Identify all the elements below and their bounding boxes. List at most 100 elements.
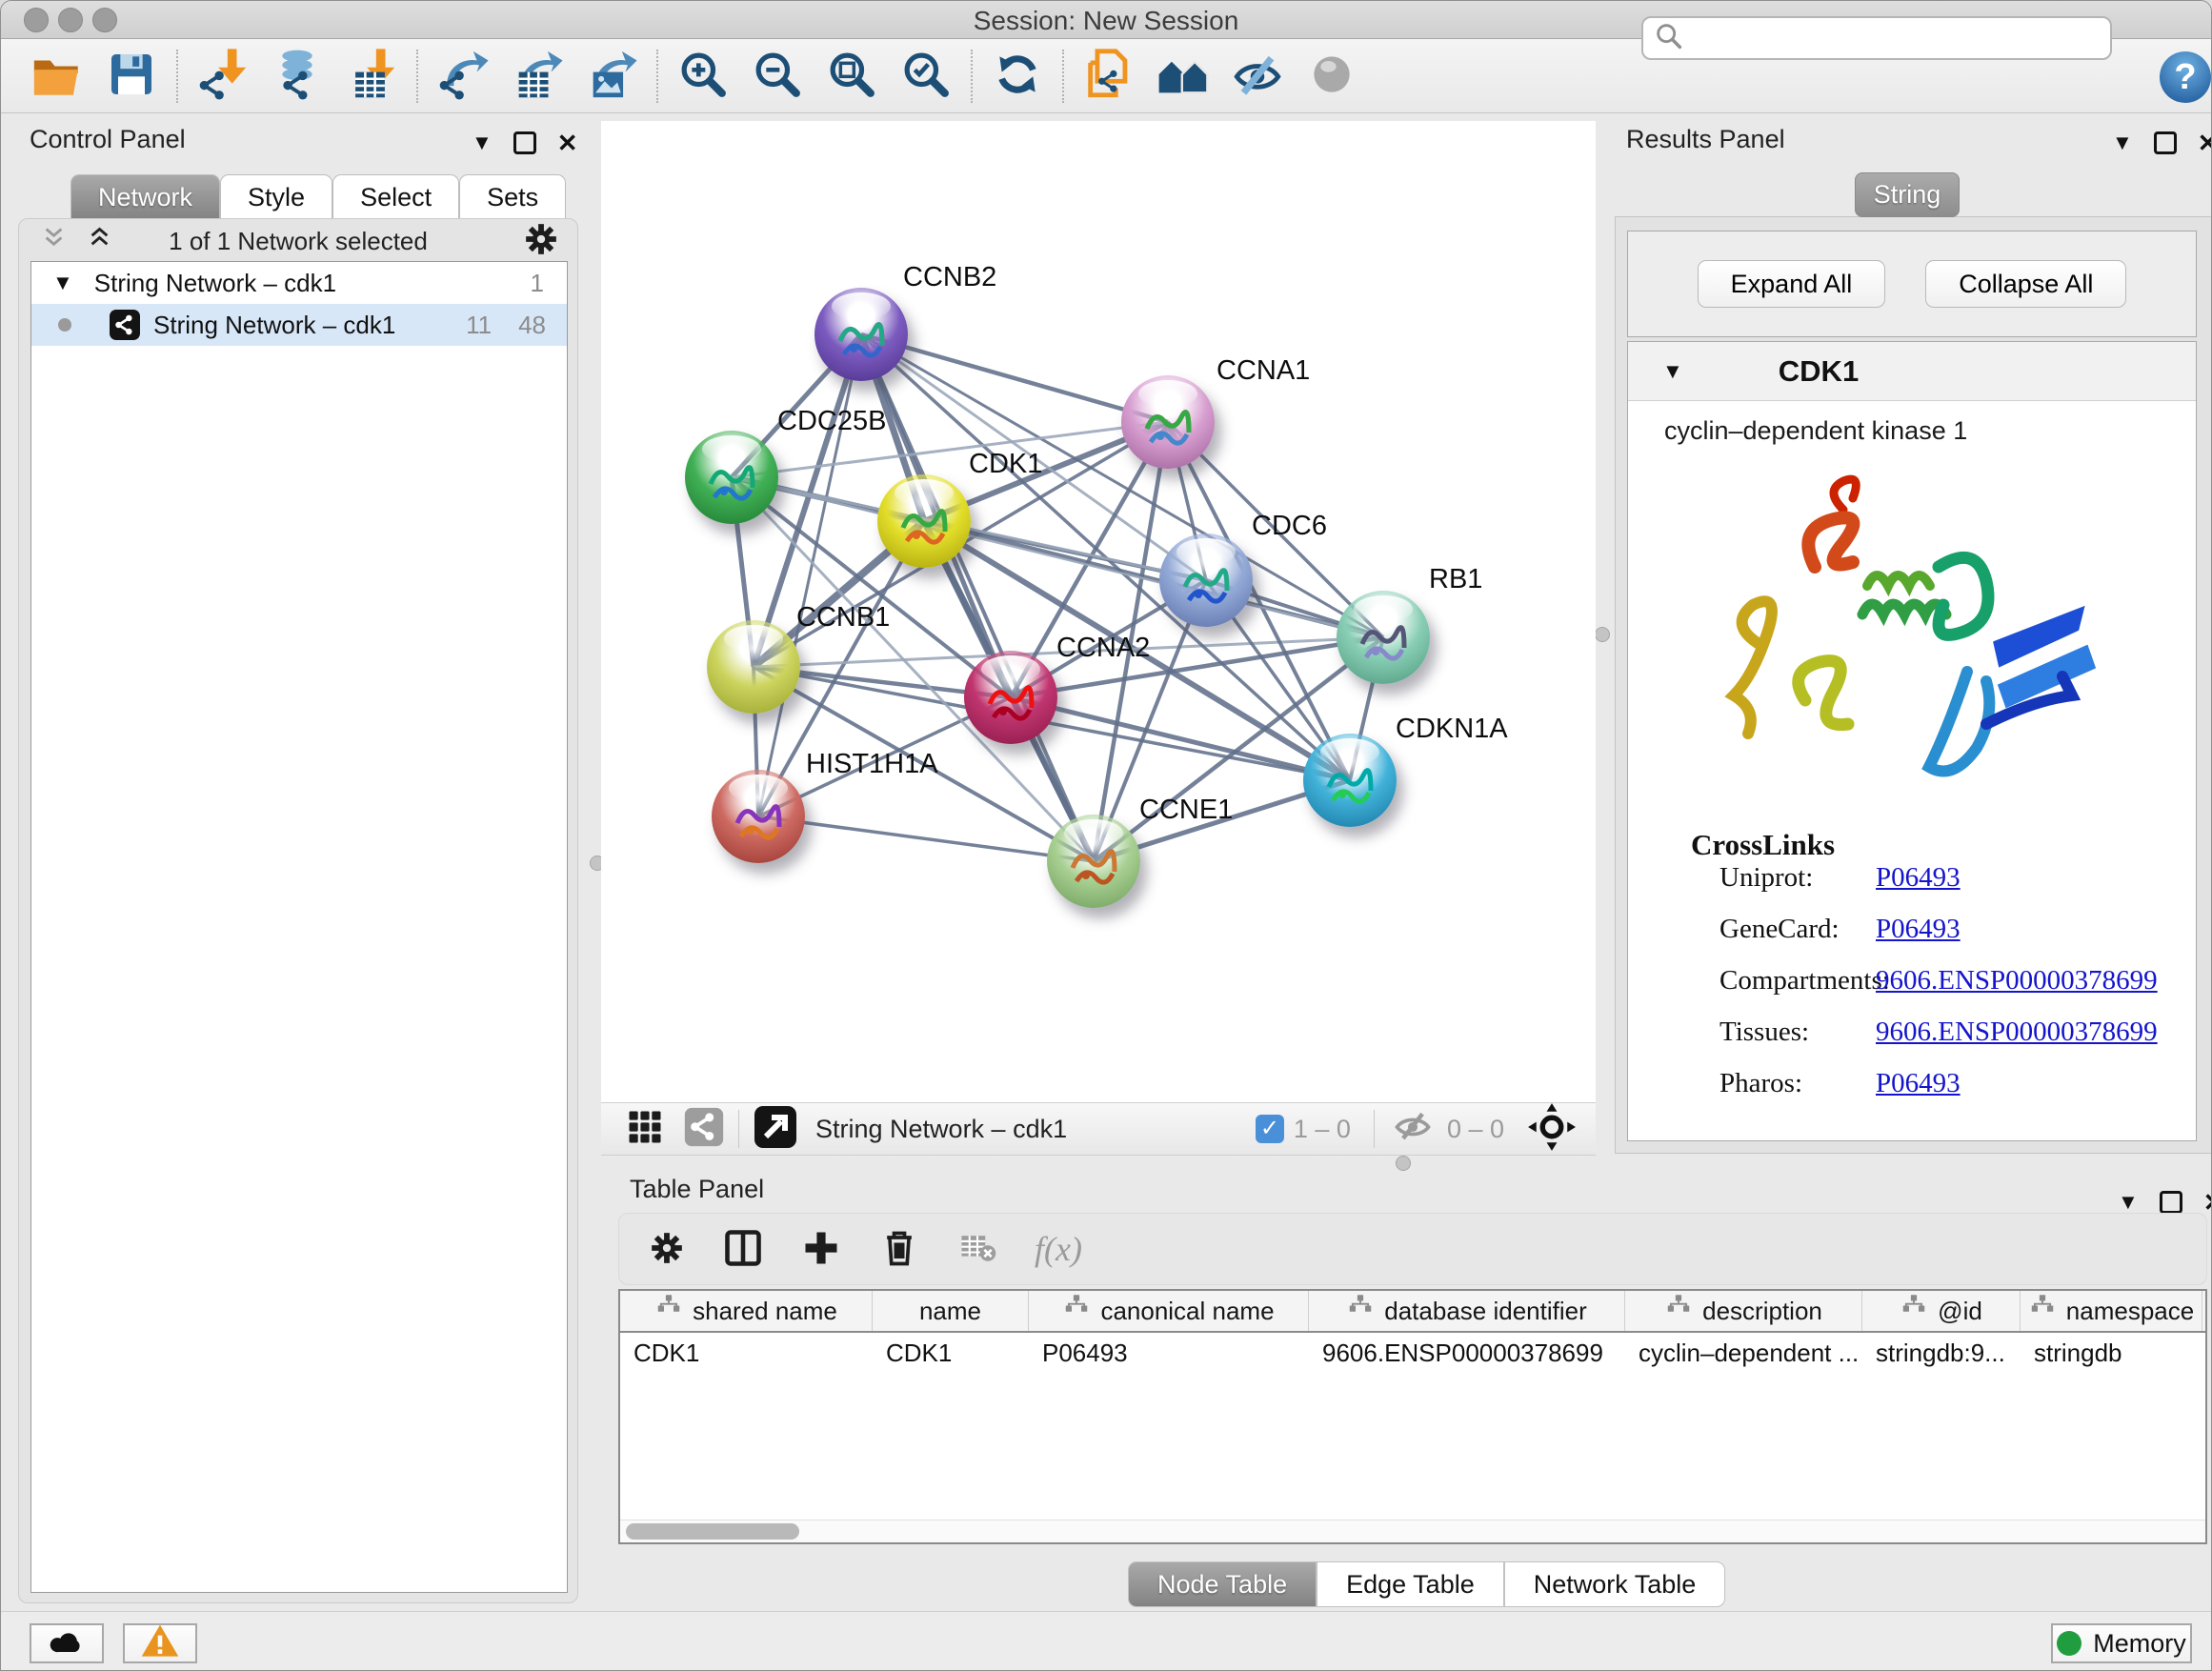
memory-button[interactable]: Memory: [2051, 1623, 2192, 1663]
bottom-splitter-handle[interactable]: [1396, 1156, 1411, 1171]
network-node-ccne1[interactable]: [1047, 815, 1140, 908]
column-manager-button[interactable]: [722, 1227, 764, 1272]
crosslink-link[interactable]: 9606.ENSP00000378699: [1876, 965, 2158, 997]
network-node-count: 11: [466, 311, 492, 340]
float-results-icon[interactable]: ▼: [2112, 131, 2133, 155]
table-cell[interactable]: cyclin–dependent ...: [1625, 1333, 1862, 1373]
network-node-hist1h1a[interactable]: [712, 770, 805, 863]
column-header-description[interactable]: description: [1625, 1291, 1862, 1331]
network-options-gear-icon[interactable]: [522, 220, 560, 263]
open-in-browser-icon[interactable]: [753, 1104, 798, 1155]
network-collection-row[interactable]: ▼ String Network – cdk1 1: [31, 262, 567, 304]
crosslink-link[interactable]: P06493: [1876, 914, 1961, 945]
float-panel-icon[interactable]: ▼: [472, 131, 493, 155]
birdseye-grid-icon[interactable]: [624, 1106, 666, 1153]
network-node-ccnb1[interactable]: [707, 620, 800, 714]
import-network-from-file-button[interactable]: [186, 43, 260, 110]
maximize-results-icon[interactable]: [2154, 131, 2177, 154]
expand-all-button[interactable]: Expand All: [1698, 260, 1886, 308]
help-button[interactable]: ?: [2160, 51, 2211, 103]
apply-preferred-layout-button[interactable]: [980, 43, 1055, 110]
close-results-icon[interactable]: ✕: [2198, 131, 2212, 155]
network-edge[interactable]: [861, 334, 1094, 861]
save-session-button[interactable]: [94, 43, 169, 110]
table-horizontal-scrollbar[interactable]: [620, 1520, 2205, 1542]
maximize-panel-icon[interactable]: [513, 131, 536, 154]
table-row[interactable]: CDK1CDK1P064939606.ENSP00000378699cyclin…: [620, 1333, 2205, 1373]
network-node-rb1[interactable]: [1337, 591, 1430, 684]
search-input[interactable]: [1685, 24, 2095, 53]
zoom-in-button[interactable]: [666, 43, 740, 110]
network-row-selected[interactable]: String Network – cdk1 11 48: [31, 304, 567, 346]
table-cell[interactable]: stringdb:9...: [1862, 1333, 2021, 1373]
tab-select[interactable]: Select: [332, 174, 459, 219]
table-cell[interactable]: 9606.ENSP00000378699: [1309, 1333, 1625, 1373]
table-cell[interactable]: CDK1: [873, 1333, 1029, 1373]
show-all-button[interactable]: [1295, 43, 1369, 110]
hide-selected-button[interactable]: [1220, 43, 1295, 110]
column-header-databaseidentifier[interactable]: database identifier: [1309, 1291, 1625, 1331]
export-network-button[interactable]: [426, 43, 500, 110]
network-view-canvas[interactable]: CCNB2CCNA1CDC25BCDK1CDC6RB1CCNB1CCNA2CDK…: [601, 121, 1596, 1102]
tab-style[interactable]: Style: [220, 174, 332, 219]
crosslink-link[interactable]: P06493: [1876, 1068, 1961, 1099]
network-node-cdc6[interactable]: [1159, 534, 1253, 627]
network-node-ccna2[interactable]: [964, 651, 1057, 744]
column-header-id[interactable]: @id: [1862, 1291, 2021, 1331]
selected-nodes-checkbox-icon[interactable]: ✓: [1256, 1115, 1284, 1143]
table-cell[interactable]: stringdb: [2021, 1333, 2202, 1373]
function-builder-button[interactable]: f(x): [1035, 1229, 1082, 1269]
network-node-ccna1[interactable]: [1121, 375, 1215, 469]
network-share-icon[interactable]: [683, 1106, 725, 1153]
zoom-fit-content-button[interactable]: [814, 43, 889, 110]
import-network-from-database-button[interactable]: [260, 43, 334, 110]
tab-network-table[interactable]: Network Table: [1504, 1561, 1726, 1607]
collapse-all-button[interactable]: Collapse All: [1925, 260, 2126, 308]
clear-table-button[interactable]: [956, 1227, 998, 1272]
network-edge[interactable]: [758, 816, 1094, 861]
column-header-sharedname[interactable]: shared name: [620, 1291, 873, 1331]
table-cell[interactable]: P06493: [1029, 1333, 1309, 1373]
export-image-button[interactable]: [574, 43, 649, 110]
hidden-eye-slash-icon[interactable]: [1388, 1106, 1438, 1153]
zoom-out-button[interactable]: [740, 43, 814, 110]
float-table-icon[interactable]: ▼: [2118, 1190, 2139, 1215]
tab-network[interactable]: Network: [70, 174, 220, 219]
scrollbar-thumb[interactable]: [626, 1523, 799, 1540]
crosslink-link[interactable]: P06493: [1876, 862, 1961, 894]
close-panel-icon[interactable]: ✕: [557, 131, 578, 155]
network-node-cdk1[interactable]: [877, 474, 971, 568]
close-table-icon[interactable]: ✕: [2203, 1190, 2212, 1215]
network-node-cdkn1a[interactable]: [1303, 734, 1397, 827]
cloud-button[interactable]: [30, 1623, 104, 1663]
tab-edge-table[interactable]: Edge Table: [1317, 1561, 1504, 1607]
zoom-selected-button[interactable]: [889, 43, 963, 110]
tab-string[interactable]: String: [1855, 172, 1960, 217]
column-header-name[interactable]: name: [873, 1291, 1029, 1331]
tab-sets[interactable]: Sets: [459, 174, 566, 219]
delete-column-button[interactable]: [878, 1227, 920, 1272]
column-header-canonicalname[interactable]: canonical name: [1029, 1291, 1309, 1331]
table-settings-button[interactable]: [648, 1229, 686, 1270]
maximize-table-icon[interactable]: [2160, 1191, 2182, 1214]
pan-crosshair-icon[interactable]: [1527, 1102, 1577, 1157]
network-node-cdc25b[interactable]: [685, 431, 778, 524]
open-session-button[interactable]: [20, 43, 94, 110]
string-network-icon: [110, 310, 140, 340]
gene-card-header[interactable]: ▼ CDK1: [1628, 342, 2196, 401]
search-box[interactable]: [1641, 16, 2112, 60]
control-panel-title: Control Panel: [30, 125, 186, 154]
import-table-from-file-button[interactable]: [334, 43, 409, 110]
tab-node-table[interactable]: Node Table: [1128, 1561, 1317, 1607]
export-table-button[interactable]: [500, 43, 574, 110]
table-cell[interactable]: CDK1: [620, 1333, 873, 1373]
warnings-button[interactable]: [123, 1623, 197, 1663]
column-header-namespace[interactable]: namespace: [2021, 1291, 2202, 1331]
add-column-button[interactable]: [800, 1227, 842, 1272]
network-node-ccnb2[interactable]: [814, 288, 908, 381]
first-neighbors-button[interactable]: [1146, 43, 1220, 110]
crosslink-link[interactable]: 9606.ENSP00000378699: [1876, 1017, 2158, 1048]
collection-count: 1: [531, 269, 544, 298]
network-from-clipboard-button[interactable]: [1072, 43, 1146, 110]
right-splitter-handle[interactable]: [1595, 627, 1610, 642]
